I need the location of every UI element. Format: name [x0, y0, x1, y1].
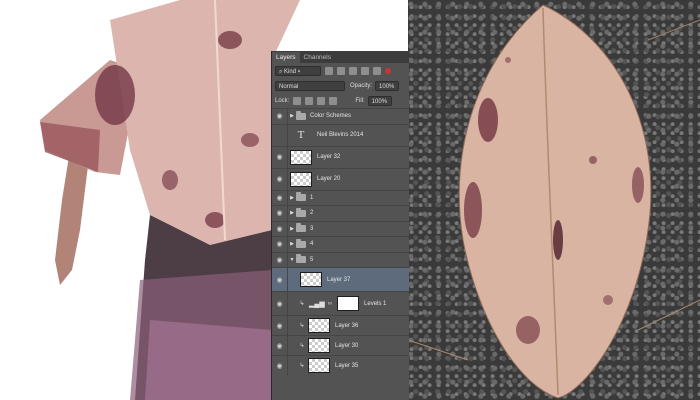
visibility-empty-cell[interactable]	[272, 124, 288, 146]
filter-row: ⌕ Kind ▾	[272, 63, 409, 78]
layer-name: Levels 1	[364, 300, 387, 307]
tab-layers[interactable]: Layers	[272, 52, 300, 63]
filter-smart-object-icon[interactable]	[373, 66, 381, 75]
levels-histogram-icon: ▂▄▆	[309, 300, 325, 308]
layer-name: 3	[310, 225, 314, 232]
filter-shape-icon[interactable]	[361, 66, 369, 75]
layer-row-36[interactable]: ◉ ↳ Layer 36	[272, 315, 409, 335]
filter-adjustment-icon[interactable]	[337, 66, 345, 75]
folder-icon	[296, 223, 306, 233]
disclosure-arrow-icon[interactable]: ▶	[288, 241, 296, 247]
disclosure-arrow-icon[interactable]: ▶	[288, 226, 296, 232]
layer-name: Color Schemes	[310, 113, 352, 120]
lock-position-icon[interactable]	[317, 96, 326, 105]
disclosure-arrow-icon[interactable]: ▶	[288, 113, 296, 119]
layer-name: Layer 30	[335, 342, 359, 349]
layer-name: Layer 36	[335, 322, 359, 329]
layer-row-30[interactable]: ◉ ↳ Layer 30	[272, 335, 409, 355]
fill-input[interactable]: 100%	[367, 95, 392, 106]
folder-icon	[296, 192, 306, 202]
layer-name: Neil Blevins 2014	[317, 132, 364, 138]
clipping-mask-icon: ↳	[299, 323, 305, 329]
layer-row-32[interactable]: ◉ Layer 32	[272, 145, 409, 168]
visibility-eye-icon[interactable]: ◉	[272, 146, 288, 168]
layer-row-group-2[interactable]: ◉ ▶ 2	[272, 205, 409, 221]
layer-thumbnail	[290, 149, 312, 165]
layer-thumbnail	[308, 338, 330, 353]
layer-thumbnail	[290, 171, 312, 187]
folder-icon	[296, 238, 306, 248]
visibility-eye-icon[interactable]: ◉	[272, 221, 288, 236]
filter-type-icon[interactable]	[349, 66, 357, 75]
layer-row-text[interactable]: T Neil Blevins 2014	[272, 123, 409, 146]
lock-row: Lock: Fill: 100%	[272, 93, 409, 108]
panel-tabs: Layers Channels	[272, 51, 409, 63]
visibility-eye-icon[interactable]: ◉	[272, 316, 288, 335]
layer-name: Layer 20	[317, 176, 341, 182]
layer-row-color-schemes[interactable]: ◉ ▶ Color Schemes	[272, 108, 409, 124]
layer-thumbnail	[308, 358, 330, 373]
lock-all-icon[interactable]	[329, 96, 338, 105]
blend-row: Normal Opacity: 100%	[272, 78, 409, 93]
layers-panel[interactable]: Layers Channels ⌕ Kind ▾ Normal Opacity:…	[271, 51, 409, 400]
opacity-label: Opacity:	[350, 82, 373, 89]
layer-name: Layer 37	[327, 276, 351, 283]
reference-photo	[408, 0, 700, 400]
layer-row-20[interactable]: ◉ Layer 20	[272, 167, 409, 190]
filter-pixel-icon[interactable]	[325, 66, 333, 75]
visibility-eye-icon[interactable]: ◉	[272, 268, 288, 291]
leaf-photo	[408, 4, 700, 399]
layer-name: 4	[310, 241, 314, 248]
layer-name: 5	[310, 256, 314, 263]
fill-label: Fill:	[355, 97, 365, 104]
disclosure-arrow-expanded-icon[interactable]: ▼	[288, 257, 296, 263]
blend-mode-select[interactable]: Normal	[275, 80, 345, 91]
layer-row-35[interactable]: ◉ ↳ Layer 35	[272, 355, 409, 375]
layer-list: ◉ ▶ Color Schemes T Neil Blevins 2014 ◉ …	[272, 108, 409, 375]
visibility-eye-icon[interactable]: ◉	[272, 206, 288, 221]
visibility-eye-icon[interactable]: ◉	[272, 109, 288, 124]
visibility-eye-icon[interactable]: ◉	[272, 356, 288, 375]
blend-mode-value: Normal	[279, 83, 299, 90]
visibility-eye-icon[interactable]: ◉	[272, 292, 288, 315]
link-chain-icon[interactable]: ∞	[328, 301, 332, 307]
layer-row-group-3[interactable]: ◉ ▶ 3	[272, 220, 409, 236]
visibility-eye-icon[interactable]: ◉	[272, 190, 288, 205]
layer-thumbnail	[300, 272, 322, 287]
layer-name: Layer 35	[335, 362, 359, 369]
clipping-mask-icon: ↳	[299, 363, 305, 369]
visibility-eye-icon[interactable]: ◉	[272, 336, 288, 355]
lock-transparent-icon[interactable]	[293, 96, 302, 105]
layer-thumbnail	[308, 318, 330, 333]
filter-toggle-icon[interactable]	[385, 67, 391, 74]
visibility-eye-icon[interactable]: ◉	[272, 252, 288, 267]
layer-row-37[interactable]: ◉ Layer 37	[272, 267, 409, 291]
folder-icon	[296, 207, 306, 217]
folder-icon	[296, 110, 306, 120]
disclosure-arrow-icon[interactable]: ▶	[288, 195, 296, 201]
layer-name: 2	[310, 210, 314, 217]
layer-name: 1	[310, 194, 314, 201]
clipping-mask-icon: ↳	[299, 301, 305, 307]
tab-channels[interactable]: Channels	[300, 52, 335, 63]
disclosure-arrow-icon[interactable]: ▶	[288, 210, 296, 216]
layer-mask-thumbnail[interactable]	[337, 296, 360, 311]
lock-label: Lock:	[275, 97, 290, 104]
visibility-eye-icon[interactable]: ◉	[272, 237, 288, 252]
lock-image-icon[interactable]	[305, 96, 314, 105]
type-layer-icon: T	[297, 129, 305, 141]
folder-open-icon	[296, 254, 306, 264]
clipping-mask-icon: ↳	[299, 343, 305, 349]
visibility-eye-icon[interactable]: ◉	[272, 168, 288, 190]
filter-kind-select[interactable]: ⌕ Kind ▾	[275, 65, 321, 76]
layer-row-group-4[interactable]: ◉ ▶ 4	[272, 236, 409, 252]
layer-row-group-1[interactable]: ◉ ▶ 1	[272, 189, 409, 205]
layer-name: Layer 32	[317, 154, 341, 160]
filter-kind-value: Kind	[284, 68, 297, 75]
layer-row-levels-1[interactable]: ◉ ↳ ▂▄▆ ∞ Levels 1	[272, 291, 409, 315]
layer-row-group-5[interactable]: ◉ ▼ 5	[272, 251, 409, 267]
opacity-input[interactable]: 100%	[375, 80, 400, 91]
